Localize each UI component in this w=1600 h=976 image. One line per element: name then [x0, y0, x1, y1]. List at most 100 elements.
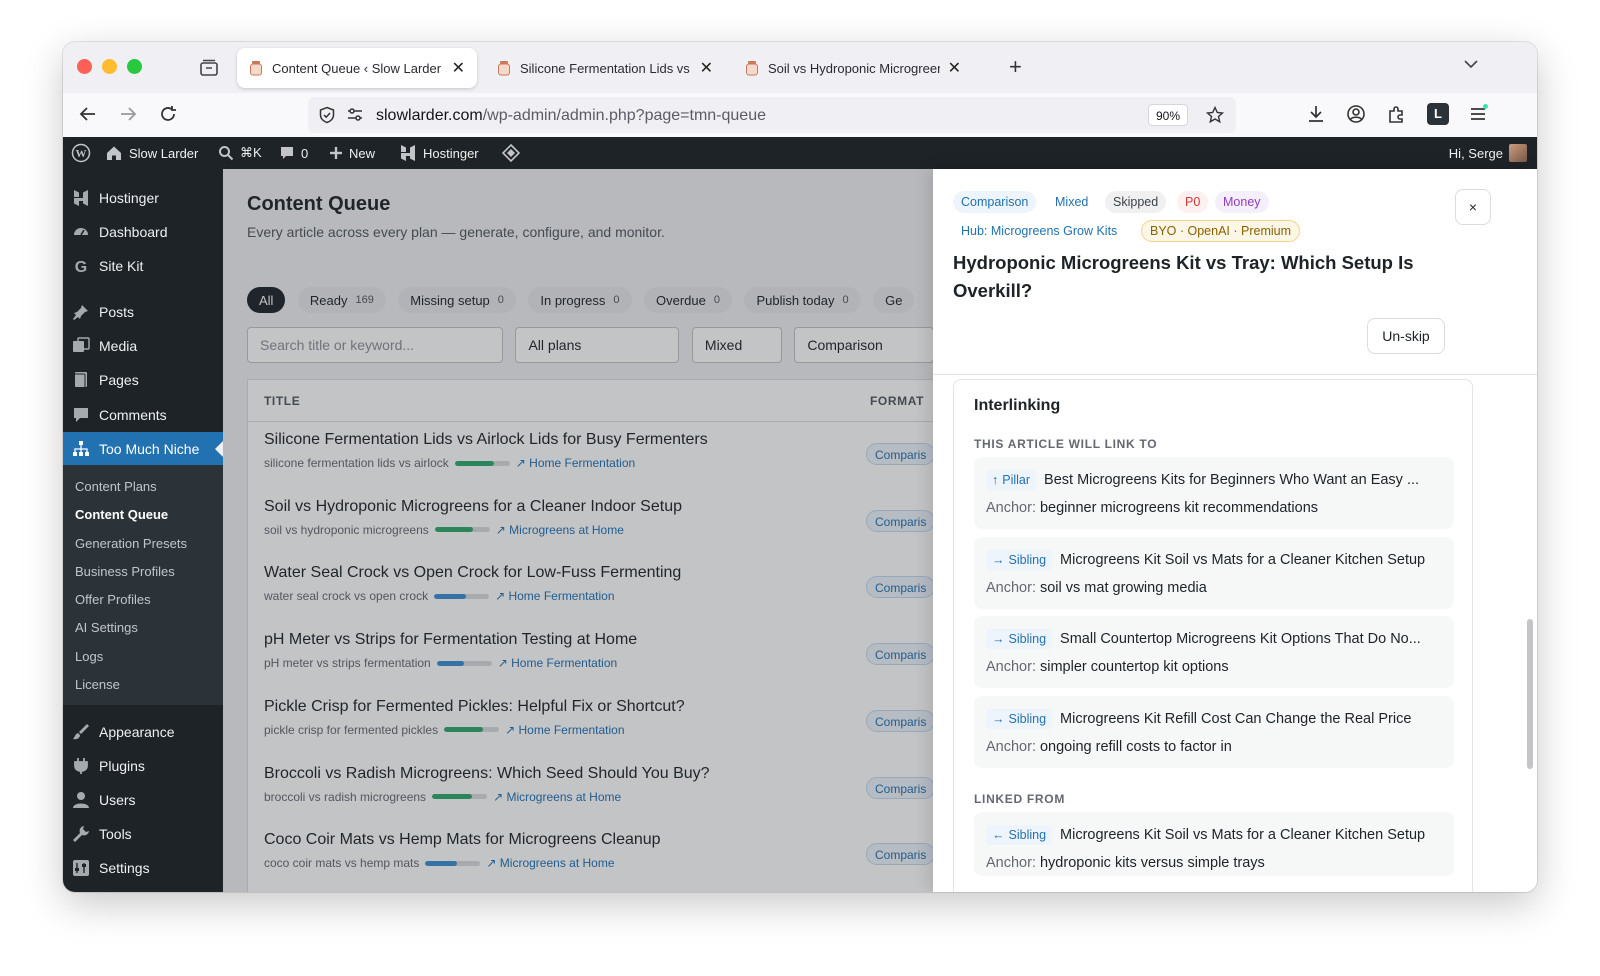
unskip-button[interactable]: Un-skip [1367, 318, 1445, 354]
site-permissions-icon[interactable] [346, 107, 364, 123]
anchor-text: Anchor: simpler countertop kit options [986, 659, 1229, 675]
url-text: slowlarder.com/wp-admin/admin.php?page=t… [376, 107, 766, 125]
menu-icon[interactable] [1467, 103, 1489, 125]
shield-icon[interactable] [318, 106, 336, 124]
user-icon [71, 790, 91, 810]
pin-icon [71, 302, 91, 322]
relation-badge: → Sibling [986, 629, 1053, 649]
zoom-level-badge[interactable]: 90% [1147, 104, 1188, 126]
sidebar-item-appearance[interactable]: Appearance [63, 715, 223, 749]
chevron-down-icon[interactable] [1463, 56, 1479, 72]
anchor-text: Anchor: hydroponic kits versus simple tra… [986, 855, 1265, 871]
sidebar-item-comments[interactable]: Comments [63, 398, 223, 432]
svg-text:G: G [75, 259, 87, 275]
comment-icon [71, 405, 91, 425]
sidebar-item-media[interactable]: Media [63, 329, 223, 363]
browser-tab-content-queue[interactable]: Content Queue ‹ Slow Larder — ✕ [237, 48, 477, 88]
submenu-content-queue[interactable]: Content Queue [75, 507, 168, 522]
anchor-value: beginner microgreens kit recommendations [1039, 500, 1319, 516]
plugin-icon [71, 756, 91, 776]
wordpress-logo[interactable]: W [71, 137, 91, 169]
extension-logo-icon[interactable]: L [1427, 103, 1449, 125]
article-detail-drawer: Comparison Mixed Skipped P0 Money Hub: M… [933, 169, 1537, 892]
sidebar-item-too-much-niche[interactable]: Too Much Niche [63, 432, 223, 466]
maximize-window-button[interactable] [127, 59, 142, 74]
url-domain: slowlarder.com [376, 107, 483, 124]
relation-arrow-icon: ↑ [992, 473, 999, 487]
bookmark-star-icon[interactable] [1206, 106, 1224, 124]
hostinger-link[interactable]: Hostinger [399, 137, 479, 169]
linked-article-title[interactable]: Small Countertop Microgreens Kit Options… [1060, 631, 1421, 647]
close-icon[interactable]: ✕ [452, 58, 465, 78]
anchor-value: hydroponic kits versus simple trays [1039, 855, 1265, 871]
sidebar-item-tools[interactable]: Tools [63, 817, 223, 851]
link-item[interactable]: → Sibling Microgreens Kit Refill Cost Can … [974, 695, 1454, 768]
relation-label: Sibling [1008, 632, 1047, 646]
submenu-logs[interactable]: Logs [75, 649, 103, 664]
submenu-license[interactable]: License [75, 677, 120, 692]
close-icon[interactable]: ✕ [700, 58, 713, 78]
linked-article-title[interactable]: Microgreens Kit Soil vs Mats for a Clean… [1060, 552, 1425, 568]
tab-title: Silicone Fermentation Lids vs Ai [520, 60, 692, 76]
url-bar[interactable]: slowlarder.com/wp-admin/admin.php?page=t… [308, 97, 1236, 133]
link-item[interactable]: → Sibling Microgreens Kit Soil vs Mats for… [974, 536, 1454, 609]
sidebar-item-label: Too Much Niche [99, 441, 200, 457]
close-icon[interactable]: ✕ [948, 58, 961, 78]
anchor-label: Anchor: [986, 579, 1036, 596]
close-drawer-button[interactable]: × [1455, 189, 1491, 225]
download-icon[interactable] [1305, 103, 1327, 125]
site-name-link[interactable]: Slow Larder [105, 137, 198, 169]
sidebar-item-users[interactable]: Users [63, 783, 223, 817]
admin-search[interactable]: ⌘K [218, 137, 262, 169]
link-item[interactable]: → Sibling Small Countertop Microgreens Kit… [974, 616, 1454, 688]
sidebar-item-plugins[interactable]: Plugins [63, 749, 223, 783]
outbound-links-label: THIS ARTICLE WILL LINK TO [974, 437, 1158, 451]
submenu-business-profiles[interactable]: Business Profiles [75, 564, 175, 579]
anchor-text: Anchor: beginner microgreens kit recommen… [986, 500, 1318, 516]
back-arrow-icon[interactable] [77, 103, 99, 125]
anchor-value: ongoing refill costs to factor in [1039, 738, 1232, 755]
sidebar-item-site-kit[interactable]: G Site Kit [63, 249, 223, 283]
submenu-generation-presets[interactable]: Generation Presets [75, 536, 187, 551]
hub-tag[interactable]: Hub: Microgreens Grow Kits [953, 220, 1125, 242]
drawer-title: Hydroponic Microgreens Kit vs Tray: Whic… [953, 252, 1414, 301]
linked-article-title[interactable]: Microgreens Kit Soil vs Mats for a Clean… [1060, 827, 1425, 843]
forward-arrow-icon[interactable] [117, 103, 139, 125]
drawer-scrollbar[interactable] [1527, 619, 1533, 769]
submenu-content-plans[interactable]: Content Plans [75, 479, 157, 494]
relation-badge: → Sibling [986, 549, 1053, 570]
url-path: /wp-admin/admin.php?page=tmn-queue [482, 107, 766, 124]
sidebar-item-pages[interactable]: Pages [63, 363, 223, 397]
browser-tab-soil-vs-hydroponic[interactable]: Soil vs Hydroponic Microgreens ✕ [733, 48, 973, 88]
account-icon[interactable] [1345, 103, 1367, 125]
plugin-diamond-link[interactable] [501, 137, 521, 169]
relation-label: Pillar [1002, 473, 1031, 487]
submenu-offer-profiles[interactable]: Offer Profiles [75, 592, 151, 607]
sidebar-item-dashboard[interactable]: Dashboard [63, 215, 223, 249]
my-account-menu[interactable]: Hi, Serge [1449, 137, 1527, 169]
extensions-icon[interactable] [1385, 103, 1407, 125]
linked-article-title[interactable]: Best Microgreens Kits for Beginners Who … [1044, 472, 1419, 488]
link-item[interactable]: ↑ Pillar Best Microgreens Kits for Beginne… [974, 457, 1454, 529]
submenu-ai-settings[interactable]: AI Settings [75, 620, 138, 635]
sidebar-item-hostinger[interactable]: Hostinger [63, 181, 223, 215]
reload-icon[interactable] [157, 103, 179, 125]
comments-link[interactable]: 0 [279, 137, 308, 169]
anchor-text: Anchor: soil vs mat growing media [986, 580, 1207, 596]
modal-backdrop[interactable] [223, 169, 933, 892]
anchor-label: Anchor: [986, 659, 1036, 675]
category-tag: Money [1215, 191, 1269, 213]
jar-favicon-icon [250, 61, 262, 76]
link-item[interactable]: ← Sibling Microgreens Kit Soil vs Mats for… [974, 812, 1454, 876]
minimize-window-button[interactable] [102, 59, 117, 74]
tab-overview-icon[interactable] [199, 58, 219, 78]
new-content-link[interactable]: New [329, 137, 375, 169]
sidebar-item-settings[interactable]: Settings [63, 851, 223, 885]
sidebar-item-posts[interactable]: Posts [63, 295, 223, 329]
linked-article-title[interactable]: Microgreens Kit Refill Cost Can Change t… [1060, 711, 1411, 727]
new-tab-button[interactable]: + [1009, 54, 1022, 80]
browser-tab-silicone-lids[interactable]: Silicone Fermentation Lids vs Ai ✕ [485, 48, 725, 88]
search-icon [219, 146, 234, 161]
tab-title: Content Queue ‹ Slow Larder — [272, 60, 444, 76]
close-window-button[interactable] [77, 59, 92, 74]
